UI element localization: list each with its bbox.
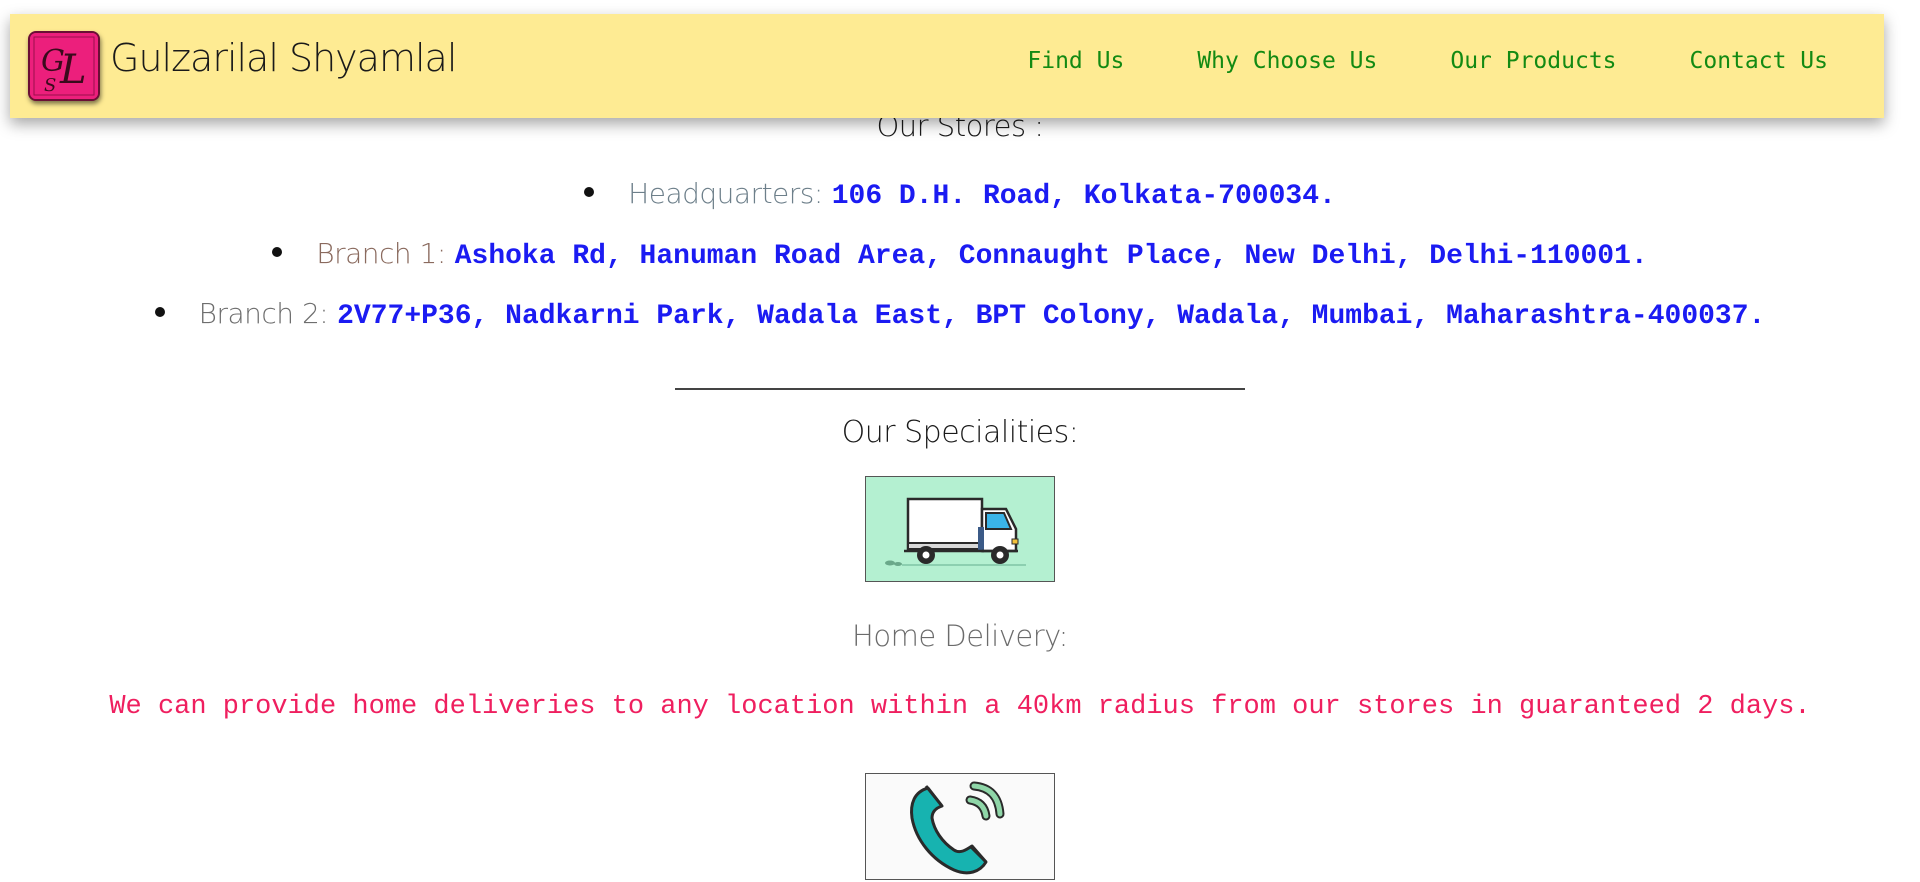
store-address: Ashoka Rd, Hanuman Road Area, Connaught …: [454, 241, 1648, 272]
store-address: 2V77+P36, Nadkarni Park, Wadala East, BP…: [337, 301, 1766, 332]
specialities-heading: Our Specialities:: [841, 415, 1079, 450]
bullet-icon: [272, 247, 283, 257]
store-list-item: Branch 2: 2V77+P36, Nadkarni Park, Wadal…: [0, 297, 1920, 332]
nav-contact-us-link[interactable]: Contact Us: [1690, 48, 1828, 74]
page: G L S Gulzarilal Shyamlal Find Us Why Ch…: [0, 0, 1920, 882]
home-delivery-description: We can provide home deliveries to any lo…: [109, 692, 1811, 722]
home-delivery-title: Home Delivery:: [852, 619, 1068, 653]
delivery-truck-icon: [865, 476, 1055, 582]
nav-find-us-link[interactable]: Find Us: [1027, 48, 1124, 74]
svg-text:S: S: [44, 75, 56, 96]
gl-monogram-logo-icon[interactable]: G L S: [28, 31, 100, 101]
svg-text:L: L: [59, 47, 87, 93]
bullet-icon: [584, 187, 595, 197]
section-divider: [675, 388, 1245, 390]
brand-name[interactable]: Gulzarilal Shyamlal: [110, 36, 457, 80]
bullet-icon: [154, 307, 165, 317]
store-list-item: Branch 1: Ashoka Rd, Hanuman Road Area, …: [0, 237, 1920, 272]
top-navbar: G L S Gulzarilal Shyamlal Find Us Why Ch…: [10, 14, 1884, 118]
phone-call-icon: [865, 773, 1055, 880]
nav-why-choose-us-link[interactable]: Why Choose Us: [1197, 48, 1377, 74]
store-address: 106 D.H. Road, Kolkata-700034.: [831, 181, 1336, 212]
store-list-item: Headquarters: 106 D.H. Road, Kolkata-700…: [0, 177, 1920, 212]
store-label: Branch 1:: [316, 237, 446, 270]
main-nav: Find Us Why Choose Us Our Products Conta…: [1027, 48, 1884, 74]
store-label: Branch 2:: [198, 297, 329, 330]
store-label: Headquarters:: [628, 177, 823, 210]
nav-our-products-link[interactable]: Our Products: [1450, 48, 1616, 74]
